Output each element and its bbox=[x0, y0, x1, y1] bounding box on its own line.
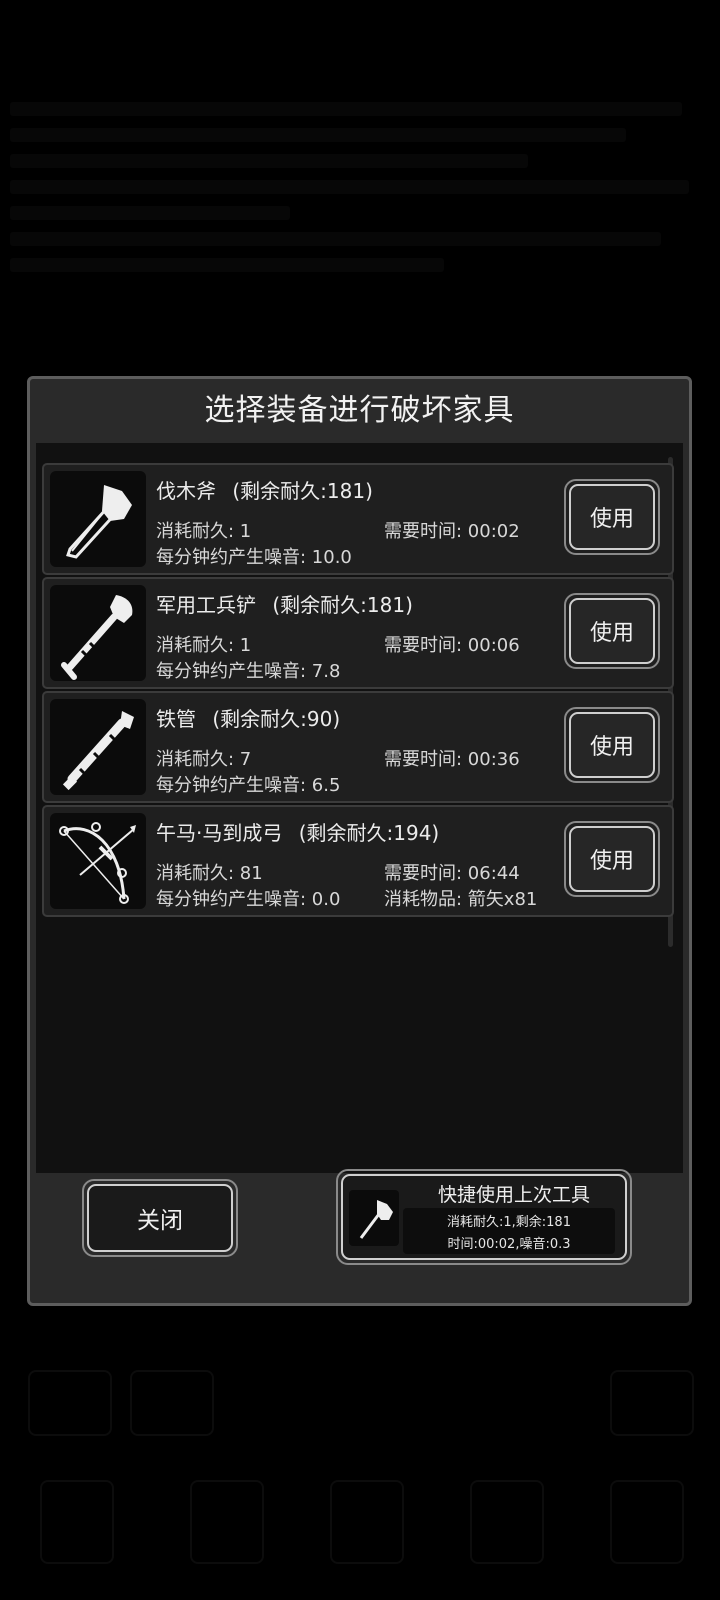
item-time: 需要时间: 00:06 bbox=[384, 635, 520, 656]
item-durability: (剩余耐久:181) bbox=[272, 593, 413, 617]
use-button[interactable]: 使用 bbox=[564, 593, 660, 669]
equipment-list[interactable]: 伐木斧 (剩余耐久:181) 消耗耐久: 1 需要时间: 00:02 每分钟约产… bbox=[36, 443, 683, 1173]
use-button[interactable]: 使用 bbox=[564, 707, 660, 783]
use-button[interactable]: 使用 bbox=[564, 821, 660, 897]
item-noise: 每分钟约产生噪音: 6.5 bbox=[156, 775, 341, 796]
item-time: 需要时间: 06:44 bbox=[384, 863, 520, 884]
pipe-icon bbox=[50, 699, 146, 795]
quick-use-details: 消耗耐久:1,剩余:181 时间:00:02,噪音:0.3 bbox=[403, 1208, 615, 1254]
item-name: 军用工兵铲 (剩余耐久:181) bbox=[156, 589, 413, 618]
quick-use-durability: 消耗耐久:1,剩余:181 bbox=[447, 1215, 571, 1230]
use-button-label: 使用 bbox=[569, 712, 655, 778]
equipment-item-bow: 午马·马到成弓 (剩余耐久:194) 消耗耐久: 81 需要时间: 06:44 … bbox=[42, 805, 674, 917]
background-text-dimmed bbox=[10, 90, 710, 284]
item-durability: (剩余耐久:194) bbox=[298, 821, 440, 845]
equipment-item-iron-pipe: 铁管 (剩余耐久:90) 消耗耐久: 7 需要时间: 00:36 每分钟约产生噪… bbox=[42, 691, 674, 803]
item-cost: 消耗耐久: 81 bbox=[156, 863, 263, 884]
item-name-text: 铁管 bbox=[156, 707, 196, 731]
bow-icon bbox=[50, 813, 146, 909]
item-cost: 消耗耐久: 1 bbox=[156, 521, 252, 542]
use-button-label: 使用 bbox=[569, 826, 655, 892]
item-cost: 消耗耐久: 7 bbox=[156, 749, 252, 770]
item-time: 需要时间: 00:02 bbox=[384, 521, 520, 542]
equipment-item-shovel: 军用工兵铲 (剩余耐久:181) 消耗耐久: 1 需要时间: 00:06 每分钟… bbox=[42, 577, 674, 689]
shovel-icon bbox=[50, 585, 146, 681]
item-noise: 每分钟约产生噪音: 10.0 bbox=[156, 547, 352, 568]
quick-use-title: 快捷使用上次工具 bbox=[437, 1184, 590, 1206]
use-button-label: 使用 bbox=[569, 598, 655, 664]
item-name: 伐木斧 (剩余耐久:181) bbox=[156, 475, 373, 504]
quick-use-time-noise: 时间:00:02,噪音:0.3 bbox=[447, 1237, 571, 1252]
background-toolbar-dimmed bbox=[0, 1360, 720, 1600]
equipment-item-axe: 伐木斧 (剩余耐久:181) 消耗耐久: 1 需要时间: 00:02 每分钟约产… bbox=[42, 463, 674, 575]
item-noise: 每分钟约产生噪音: 0.0 bbox=[156, 889, 341, 910]
item-cost: 消耗耐久: 1 bbox=[156, 635, 252, 656]
item-name-text: 军用工兵铲 bbox=[156, 593, 256, 617]
item-durability: (剩余耐久:90) bbox=[212, 707, 341, 731]
game-screen: 选择装备进行破坏家具 伐木斧 (剩余耐久:181) 消耗耐久: 1 需要时间: bbox=[0, 0, 720, 1600]
item-noise: 每分钟约产生噪音: 7.8 bbox=[156, 661, 341, 682]
item-name: 午马·马到成弓 (剩余耐久:194) bbox=[156, 817, 439, 846]
item-consumable: 消耗物品: 箭矢x81 bbox=[384, 889, 538, 910]
use-button-label: 使用 bbox=[569, 484, 655, 550]
close-button-label: 关闭 bbox=[87, 1184, 233, 1252]
item-time: 需要时间: 00:36 bbox=[384, 749, 520, 770]
axe-icon bbox=[349, 1190, 399, 1246]
item-name-text: 午马·马到成弓 bbox=[156, 821, 283, 845]
item-name: 铁管 (剩余耐久:90) bbox=[156, 703, 340, 732]
quick-use-last-tool-button[interactable]: 快捷使用上次工具 消耗耐久:1,剩余:181 时间:00:02,噪音:0.3 bbox=[336, 1169, 632, 1265]
item-durability: (剩余耐久:181) bbox=[232, 479, 373, 503]
axe-icon bbox=[50, 471, 146, 567]
close-button[interactable]: 关闭 bbox=[82, 1179, 238, 1257]
select-equipment-dialog: 选择装备进行破坏家具 伐木斧 (剩余耐久:181) 消耗耐久: 1 需要时间: bbox=[27, 376, 692, 1306]
dialog-title: 选择装备进行破坏家具 bbox=[204, 393, 515, 428]
use-button[interactable]: 使用 bbox=[564, 479, 660, 555]
item-name-text: 伐木斧 bbox=[156, 479, 216, 503]
